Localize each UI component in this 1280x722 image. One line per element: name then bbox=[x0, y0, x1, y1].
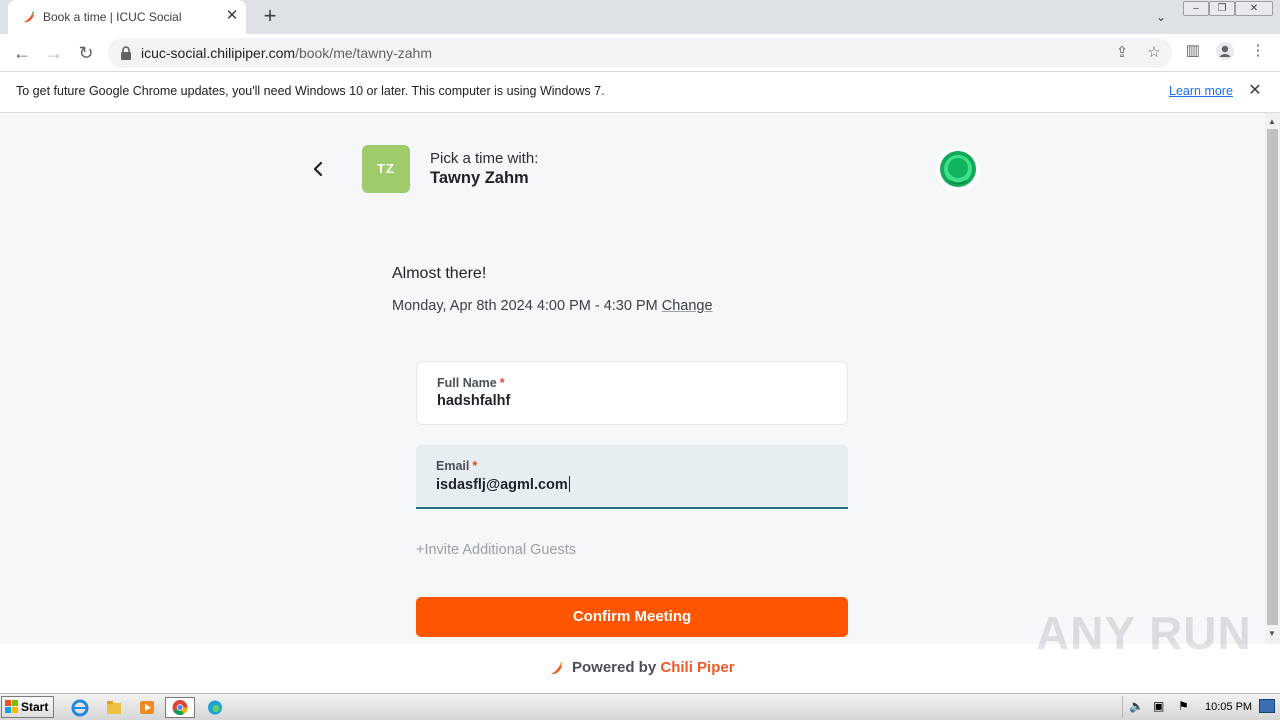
full-name-label-text: Full Name bbox=[437, 376, 497, 390]
host-avatar: TZ bbox=[362, 145, 410, 193]
scroll-up-icon[interactable]: ▲ bbox=[1268, 117, 1276, 126]
forward-arrow-icon[interactable]: → bbox=[43, 42, 65, 64]
url-path: /book/me/tawny-zahm bbox=[295, 45, 433, 61]
bookmark-star-icon[interactable]: ☆ bbox=[1144, 43, 1164, 63]
infobar-message: To get future Google Chrome updates, you… bbox=[16, 84, 605, 98]
profile-icon[interactable] bbox=[1215, 41, 1235, 61]
required-mark: * bbox=[499, 376, 505, 390]
company-logo-icon bbox=[936, 148, 980, 192]
invite-guests-link[interactable]: +Invite Additional Guests bbox=[416, 542, 576, 558]
tab-title: Book a time | ICUC Social bbox=[43, 10, 182, 24]
volume-icon[interactable]: 🔈 bbox=[1129, 699, 1144, 713]
url-text: icuc-social.chilipiper.com/book/me/tawny… bbox=[141, 45, 432, 61]
windows-logo-icon bbox=[5, 700, 18, 713]
minimize-button[interactable]: – bbox=[1183, 1, 1209, 16]
chili-pepper-icon bbox=[551, 662, 563, 675]
show-desktop-icon[interactable] bbox=[1259, 699, 1275, 713]
back-arrow-icon[interactable]: ← bbox=[11, 42, 33, 64]
chrome-taskbar-button[interactable] bbox=[165, 697, 195, 718]
email-field[interactable]: Email * isdasflj@agml.com bbox=[416, 445, 848, 509]
text-caret bbox=[568, 476, 570, 492]
start-label: Start bbox=[21, 700, 49, 714]
chrome-icon bbox=[172, 700, 188, 716]
system-tray: 🔈 ▣ ⚑ bbox=[1122, 696, 1278, 718]
share-icon[interactable]: ⇪ bbox=[1112, 43, 1132, 63]
taskbar-clock[interactable]: 10:05 PM bbox=[1205, 701, 1252, 713]
selected-time-text: Monday, Apr 8th 2024 4:00 PM - 4:30 PM bbox=[392, 298, 658, 314]
side-panel-icon[interactable]: ▥ bbox=[1183, 41, 1203, 61]
action-center-flag-icon[interactable]: ⚑ bbox=[1178, 699, 1189, 713]
file-explorer-icon[interactable] bbox=[101, 697, 127, 718]
address-bar[interactable]: icuc-social.chilipiper.com/book/me/tawny… bbox=[108, 38, 1172, 68]
network-icon[interactable]: ▣ bbox=[1153, 699, 1164, 713]
page-heading: Almost there! bbox=[392, 265, 487, 282]
start-button[interactable]: Start bbox=[1, 696, 54, 718]
full-name-value: hadshfalhf bbox=[437, 393, 511, 409]
selected-time: Monday, Apr 8th 2024 4:00 PM - 4:30 PM Ch… bbox=[392, 298, 713, 314]
chevron-left-icon[interactable] bbox=[310, 158, 326, 180]
infobar-close-icon[interactable]: ✕ bbox=[1247, 83, 1263, 99]
tab-search-icon[interactable]: ⌄ bbox=[1152, 8, 1170, 26]
anyrun-watermark: ANY RUN bbox=[1036, 607, 1252, 659]
reload-icon[interactable]: ↻ bbox=[75, 42, 97, 64]
full-name-label: Full Name * bbox=[437, 376, 505, 390]
confirm-meeting-button[interactable]: Confirm Meeting bbox=[416, 597, 848, 637]
email-label: Email * bbox=[436, 459, 477, 473]
update-infobar: To get future Google Chrome updates, you… bbox=[0, 72, 1280, 113]
email-value-text: isdasflj@agml.com bbox=[436, 477, 568, 493]
scroll-thumb[interactable] bbox=[1267, 129, 1278, 625]
scroll-down-icon[interactable]: ▼ bbox=[1268, 629, 1276, 638]
tab-close-icon[interactable]: ✕ bbox=[224, 8, 240, 24]
url-host: icuc-social.chilipiper.com bbox=[141, 45, 296, 61]
windows-taskbar: Start 🔈 ▣ ⚑ 10:05 PM bbox=[0, 693, 1280, 720]
browser-tab[interactable]: Book a time | ICUC Social ✕ bbox=[8, 0, 246, 34]
learn-more-link[interactable]: Learn more bbox=[1169, 84, 1233, 98]
booking-page: TZ Pick a time with: Tawny Zahm Almost t… bbox=[0, 113, 1265, 644]
email-value: isdasflj@agml.com bbox=[436, 476, 570, 493]
host-name: Tawny Zahm bbox=[430, 169, 529, 187]
window-close-button[interactable]: ✕ bbox=[1235, 1, 1273, 16]
email-label-text: Email bbox=[436, 459, 470, 473]
internet-explorer-icon[interactable] bbox=[67, 697, 93, 718]
chili-piper-link[interactable]: Chili Piper bbox=[660, 659, 734, 676]
page-scrollbar[interactable]: ▲ ▼ bbox=[1265, 113, 1280, 644]
pick-time-label: Pick a time with: bbox=[430, 150, 539, 167]
browser-toolbar: ← → ↻ icuc-social.chilipiper.com/book/me… bbox=[0, 34, 1280, 72]
menu-kebab-icon[interactable]: ⋮ bbox=[1248, 41, 1268, 61]
lock-icon bbox=[121, 46, 131, 60]
required-mark: * bbox=[472, 459, 478, 473]
restore-button[interactable]: ❐ bbox=[1209, 1, 1235, 16]
tab-strip: Book a time | ICUC Social ✕ + ⌄ – ❐ ✕ bbox=[0, 0, 1280, 34]
media-player-icon[interactable] bbox=[134, 697, 160, 718]
profile-avatar-icon bbox=[1216, 42, 1234, 60]
edge-icon[interactable] bbox=[202, 697, 228, 718]
powered-by-label: Powered by bbox=[572, 659, 657, 676]
new-tab-button[interactable]: + bbox=[258, 5, 282, 29]
full-name-field[interactable]: Full Name * hadshfalhf bbox=[416, 361, 848, 425]
powered-by-text: Powered by Chili Piper bbox=[572, 659, 735, 676]
chili-pepper-icon bbox=[24, 11, 34, 23]
change-link[interactable]: Change bbox=[662, 298, 713, 314]
